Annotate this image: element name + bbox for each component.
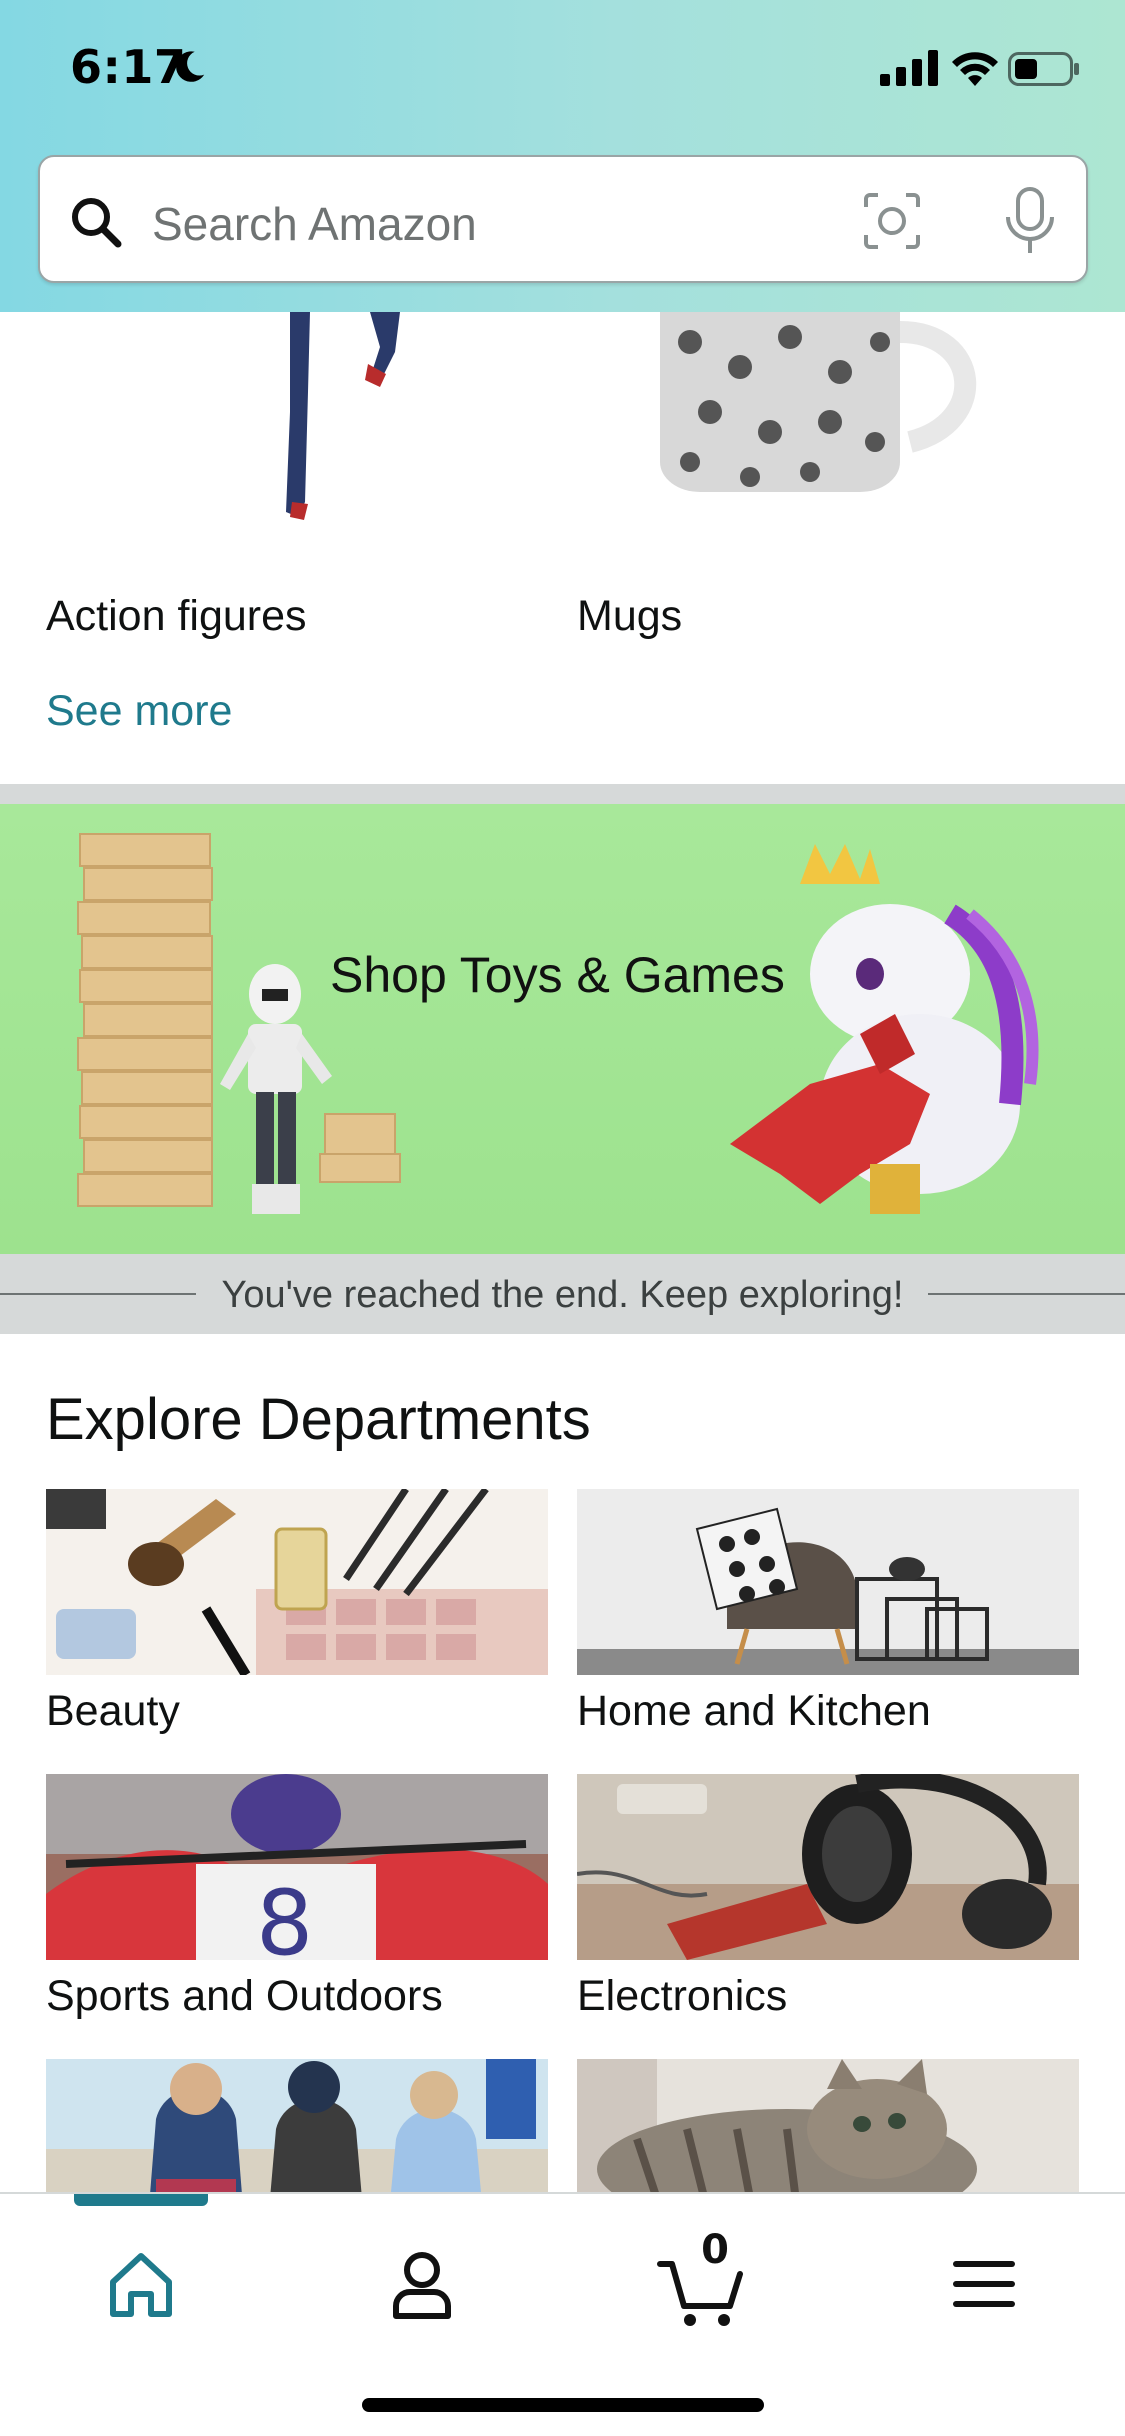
department-label: Electronics	[577, 1972, 788, 2020]
beauty-image	[46, 1489, 548, 1675]
wifi-icon	[952, 52, 998, 86]
category-label-action-figures[interactable]: Action figures	[46, 592, 307, 641]
category-label-mugs[interactable]: Mugs	[577, 592, 682, 641]
mug-image[interactable]	[650, 312, 1020, 502]
home-icon[interactable]	[91, 2234, 191, 2334]
status-bar: 6:17	[0, 0, 1125, 140]
department-label: Beauty	[46, 1687, 180, 1735]
camera-scan-icon[interactable]	[862, 191, 922, 251]
search-bar[interactable]: Search Amazon	[38, 155, 1088, 283]
cat-image	[577, 2059, 1079, 2192]
electronics-image	[577, 1774, 1079, 1960]
microphone-icon[interactable]	[1000, 187, 1060, 255]
cellular-signal-icon	[880, 50, 938, 86]
home-indicator[interactable]	[362, 2398, 764, 2412]
end-of-feed-divider: You've reached the end. Keep exploring!	[0, 1254, 1125, 1334]
battery-icon	[1008, 52, 1079, 86]
search-input[interactable]: Search Amazon	[152, 197, 477, 251]
sports-outdoors-image: 8	[46, 1774, 548, 1960]
search-icon	[72, 198, 122, 248]
svg-text:8: 8	[256, 1871, 313, 1960]
explore-departments-section: Explore Departments Beauty Home and Kitc…	[0, 1334, 1125, 2192]
department-label: Sports and Outdoors	[46, 1972, 443, 2020]
toys-illustration-right	[730, 844, 1039, 1214]
people-beach-image	[46, 2059, 548, 2192]
end-line-right	[928, 1293, 1125, 1295]
header: 6:17 Search Amazon	[0, 0, 1125, 312]
end-message: You've reached the end. Keep exploring!	[221, 1274, 904, 1316]
promo-title: Shop Toys & Games	[330, 947, 785, 1003]
account-icon[interactable]	[372, 2234, 472, 2334]
active-tab-indicator	[74, 2194, 208, 2206]
cart-count-badge: 0	[701, 2227, 729, 2273]
toys-illustration-left	[77, 833, 401, 1214]
see-more-link[interactable]: See more	[46, 687, 232, 736]
menu-icon[interactable]	[934, 2234, 1034, 2334]
category-card: Action figures Mugs See more	[0, 312, 1125, 784]
action-figure-image[interactable]	[250, 312, 440, 527]
moon-icon	[176, 51, 205, 82]
status-time: 6:17	[70, 40, 187, 94]
section-divider	[0, 784, 1125, 804]
toys-games-banner[interactable]: Shop Toys & Games	[0, 804, 1125, 1254]
home-kitchen-image	[577, 1489, 1079, 1675]
department-label: Home and Kitchen	[577, 1687, 931, 1735]
section-title: Explore Departments	[46, 1387, 591, 1452]
